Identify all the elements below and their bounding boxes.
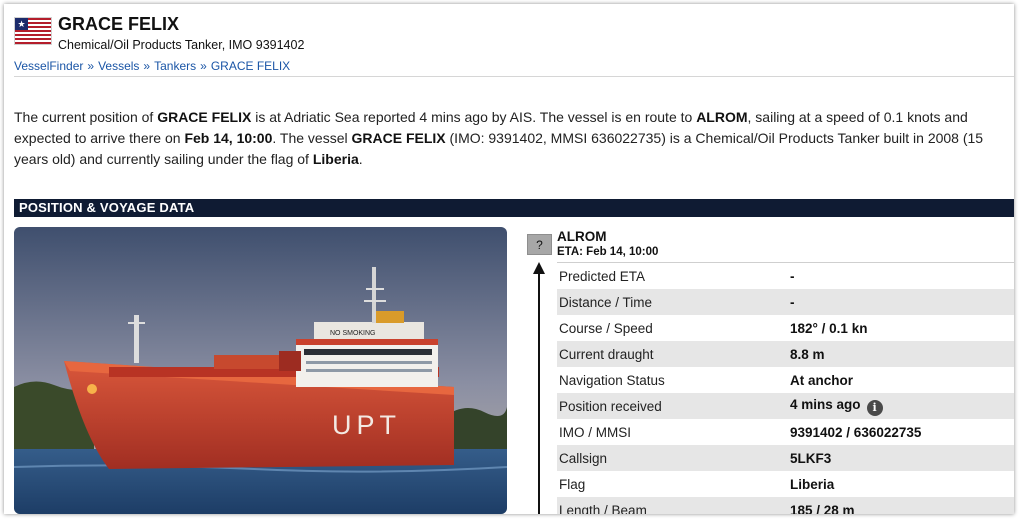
hull-lettering: UPT <box>332 410 401 440</box>
vessel-summary: The current position of GRACE FELIX is a… <box>14 109 984 167</box>
row-value: 185 / 28 m <box>788 497 1014 514</box>
row-label: Flag <box>559 476 586 492</box>
row-value: Liberia <box>790 476 835 492</box>
vessel-photo[interactable]: NO SMOKING UPT <box>14 227 507 514</box>
table-row: Predicted ETA - <box>557 263 1014 289</box>
vessel-name: GRACE FELIX <box>58 14 180 34</box>
vessel-page: ★ GRACE FELIX Chemical/Oil Products Tank… <box>4 4 1014 514</box>
row-value: At anchor <box>790 372 854 388</box>
breadcrumb-separator: » <box>143 59 151 73</box>
row-label: Length / Beam <box>557 497 788 514</box>
breadcrumb: VesselFinder» Vessels» Tankers» GRACE FELIX <box>14 59 290 73</box>
route-timeline-line <box>538 267 540 514</box>
row-label: Navigation Status <box>559 372 665 388</box>
table-row: Distance / Time - <box>557 289 1014 315</box>
table-row: Position received 4 mins ago i <box>557 393 1014 419</box>
vessel-photo-image: NO SMOKING UPT <box>14 227 507 514</box>
row-label: Predicted ETA <box>559 268 646 284</box>
header-divider <box>14 76 1014 77</box>
table-row: Navigation Status At anchor <box>557 367 1014 393</box>
row-label: Course / Speed <box>559 320 653 336</box>
table-row: Callsign 5LKF3 <box>557 445 1014 471</box>
row-value: 4 mins ago <box>790 396 861 412</box>
table-row: Length / Beam 185 / 28 m <box>557 497 1014 514</box>
breadcrumb-vesselfinder[interactable]: VesselFinder <box>14 59 83 73</box>
table-row: Current draught 8.8 m <box>557 341 1014 367</box>
row-value: - <box>790 268 795 284</box>
table-row: Course / Speed 182° / 0.1 kn <box>557 315 1014 341</box>
voyage-data-table: Predicted ETA - Distance / Time - Course /… <box>557 263 1014 514</box>
row-value: 9391402 / 636022735 <box>790 424 922 440</box>
breadcrumb-vessels[interactable]: Vessels <box>98 59 139 73</box>
row-value-with-info: 4 mins ago i <box>788 393 1014 419</box>
no-smoking-banner: NO SMOKING <box>330 330 376 337</box>
row-label: Distance / Time <box>557 289 788 315</box>
route-arrow-icon <box>533 262 545 274</box>
table-row: Flag Liberia <box>557 471 1014 497</box>
destination-name: ALROM <box>557 229 607 244</box>
row-value: - <box>788 289 1014 315</box>
destination-flag-unknown-badge: ? <box>527 234 552 255</box>
row-value: 8.8 m <box>788 341 1014 367</box>
breadcrumb-separator: » <box>200 59 207 73</box>
breadcrumb-current-vessel[interactable]: GRACE FELIX <box>211 59 290 73</box>
row-label: Callsign <box>557 445 788 471</box>
info-icon[interactable]: i <box>866 399 883 416</box>
destination-eta: ETA: Feb 14, 10:00 <box>557 246 659 258</box>
liberia-flag-icon: ★ <box>14 17 52 45</box>
section-title: POSITION & VOYAGE DATA <box>14 199 1014 217</box>
breadcrumb-separator: » <box>87 59 95 73</box>
table-row: IMO / MMSI 9391402 / 636022735 <box>557 419 1014 445</box>
row-label: Position received <box>557 393 788 419</box>
row-label: IMO / MMSI <box>559 424 631 440</box>
breadcrumb-tankers[interactable]: Tankers <box>154 59 196 73</box>
row-value: 182° / 0.1 kn <box>790 320 868 336</box>
row-label: Current draught <box>557 341 788 367</box>
vessel-subtitle: Chemical/Oil Products Tanker, IMO 939140… <box>58 38 305 52</box>
row-value: 5LKF3 <box>788 445 1014 471</box>
